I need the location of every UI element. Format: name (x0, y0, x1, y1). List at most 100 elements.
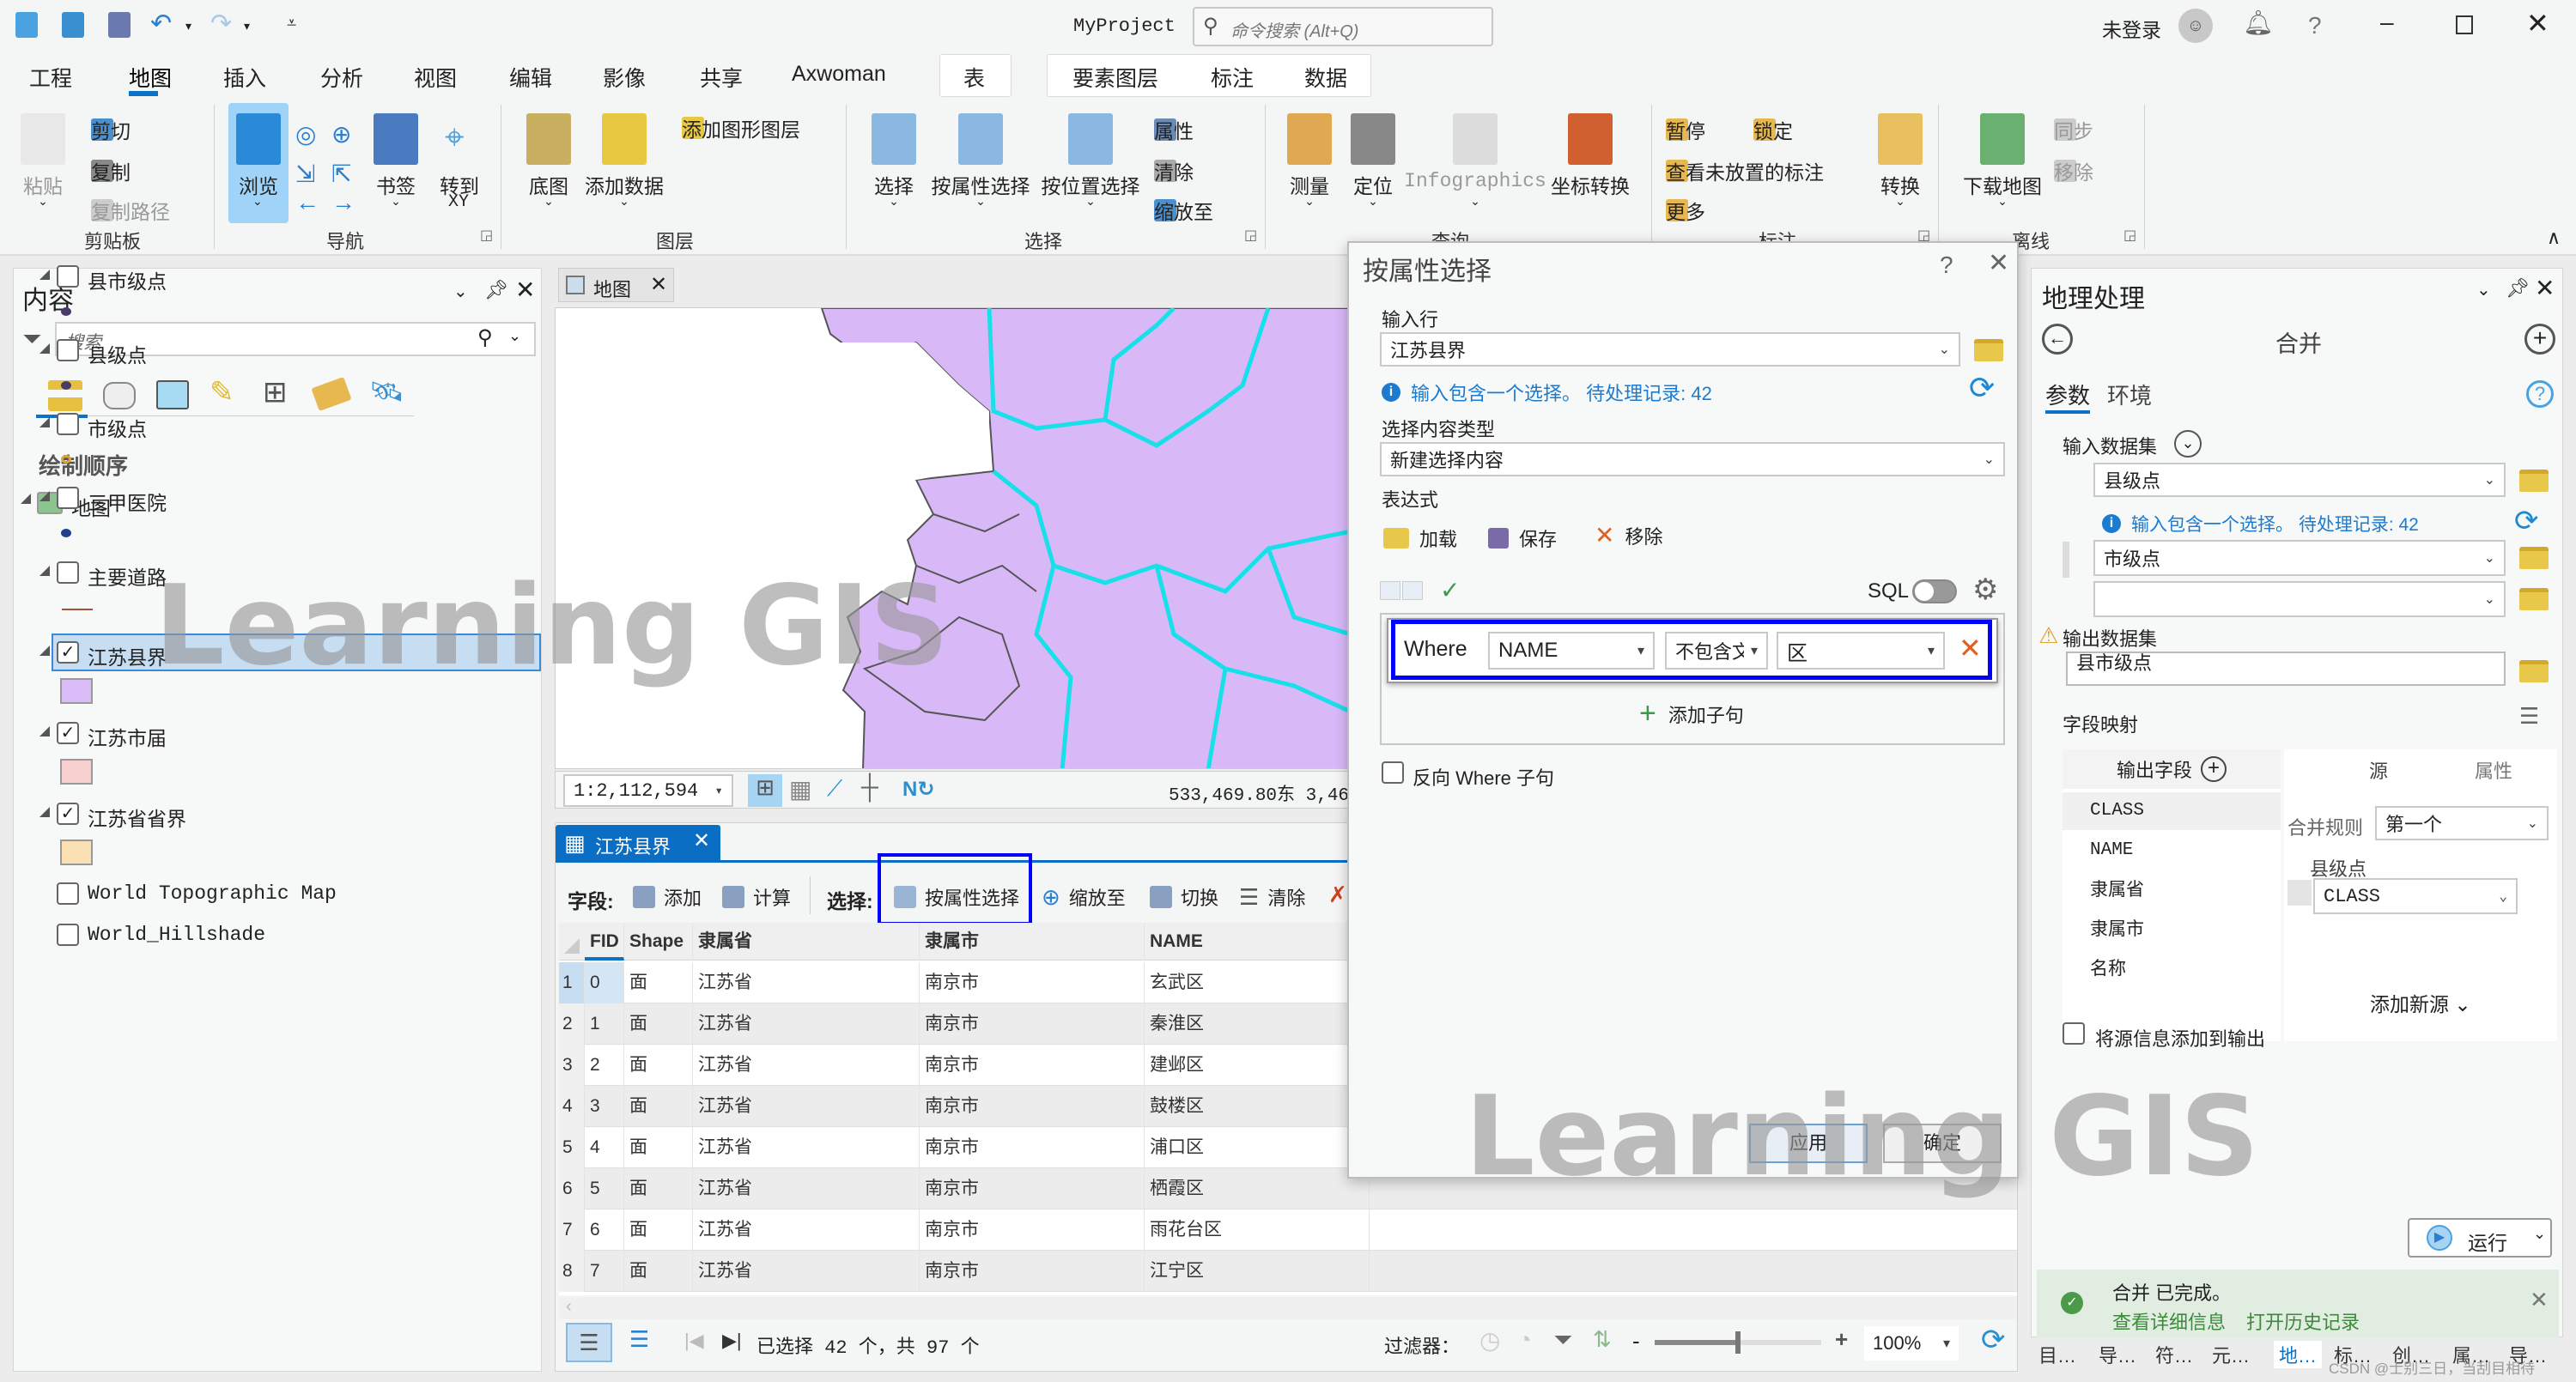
collapse-ribbon-icon[interactable]: ∧ (2547, 227, 2561, 249)
ribbon-tab[interactable]: 分析 (320, 62, 363, 93)
ribbon-tab[interactable]: Axwoman (792, 62, 886, 87)
output-field-item[interactable]: CLASS (2063, 792, 2281, 830)
ribbon-tab[interactable]: 共享 (700, 62, 743, 93)
lock-labels-button[interactable]: 锁定 (1753, 118, 1793, 142)
output-dataset-input[interactable]: 县市级点 (2066, 652, 2506, 686)
expand-layer-icon[interactable] (39, 491, 50, 501)
pane-options-icon[interactable]: ⌄ (453, 281, 468, 302)
list-by-selection-icon[interactable] (156, 380, 189, 409)
snapping-icon[interactable]: ⟋ (827, 775, 842, 803)
run-options-chevron-icon[interactable]: ⌄ (2533, 1225, 2546, 1243)
map-tool-fixed-zoom-icon[interactable]: ⊞ (748, 774, 782, 807)
layer-name[interactable]: 县级点 (88, 339, 147, 368)
close-pane-icon[interactable]: ✕ (2535, 274, 2555, 302)
expand-layer-icon[interactable] (39, 417, 50, 427)
column-header[interactable]: NAME (1145, 923, 1370, 961)
close-window-button[interactable]: ✕ (2526, 7, 2549, 39)
layer-visibility-checkbox[interactable] (57, 924, 79, 946)
refresh-icon[interactable]: ⟳ (2514, 504, 2539, 538)
layer-name[interactable]: 江苏省省界 (88, 803, 186, 832)
map-scale-dropdown[interactable]: 1:2,112,594 ▾ (563, 774, 733, 807)
dialog-close-icon[interactable]: ✕ (1988, 248, 2009, 278)
list-by-perspective-imagery-icon[interactable]: 🛰︎ (369, 375, 404, 408)
expand-layer-icon[interactable] (39, 646, 50, 656)
open-project-icon[interactable] (62, 12, 84, 38)
sql-toggle[interactable] (1912, 579, 1957, 603)
add-field-icon[interactable]: + (2201, 756, 2227, 782)
new-project-icon[interactable] (15, 12, 38, 38)
map-canvas[interactable] (555, 307, 1350, 769)
pin-icon[interactable]: 📌︎ (484, 279, 508, 301)
browse-folder-icon[interactable] (2519, 660, 2549, 682)
layer-name[interactable]: World Topographic Map (88, 882, 337, 905)
remove-expression-button[interactable]: ✕ 移除 (1595, 521, 1662, 549)
search-icon[interactable]: ⚲ (477, 325, 493, 350)
browse-folder-icon[interactable] (1974, 339, 2003, 361)
expand-layer-icon[interactable] (39, 726, 50, 736)
delete-selected-icon[interactable]: ✗ (1328, 882, 1347, 908)
column-header[interactable]: 隶属省 (693, 923, 920, 961)
ribbon-tab[interactable]: 影像 (603, 62, 646, 93)
more-labeling-button[interactable]: 更多 ⌄ (1666, 199, 1705, 223)
operator-dropdown[interactable]: 不包含文 ▾ (1665, 632, 1768, 670)
column-header[interactable]: Shape (624, 923, 693, 961)
expand-layer-icon[interactable] (39, 343, 50, 354)
list-by-snapping-icon[interactable]: ⊞ (263, 375, 288, 409)
value-dropdown[interactable]: 区 ▾ (1777, 632, 1945, 670)
next-extent-icon[interactable]: → (331, 189, 355, 216)
ok-button[interactable]: 确定 (1883, 1124, 2002, 1163)
copy-path-button[interactable]: 复制路径 (91, 199, 170, 223)
sign-in-status[interactable]: 未登录 (2102, 14, 2161, 43)
undo-icon[interactable]: ↶ (150, 9, 172, 39)
save-project-icon[interactable] (108, 12, 131, 38)
attributes-button[interactable]: 属性 (1154, 118, 1194, 142)
remove-offline-button[interactable]: 移除 (2054, 160, 2093, 184)
tab-source[interactable]: 源 (2344, 756, 2413, 784)
list-by-editing-icon[interactable]: ✎ (210, 375, 234, 409)
layer-visibility-checkbox[interactable] (57, 882, 79, 905)
view-unplaced-labels-button[interactable]: 查看未放置的标注 (1666, 160, 1824, 184)
layer-visibility-checkbox[interactable]: ✓ (57, 803, 79, 825)
ribbon-tab[interactable]: 标注 (1211, 62, 1254, 93)
dismiss-message-icon[interactable]: ✕ (2530, 1287, 2549, 1313)
layer-visibility-checkbox[interactable]: ✓ (57, 641, 79, 664)
add-field-button[interactable]: 添加 (633, 883, 702, 911)
layer-visibility-checkbox[interactable] (57, 487, 79, 509)
verify-check-icon[interactable]: ✓ (1440, 576, 1460, 604)
extent-filter-icon[interactable]: ⏷ (1553, 1326, 1572, 1355)
run-button[interactable]: ▶ 运行 ⌄ (2408, 1218, 2552, 1258)
undo-dropdown-icon[interactable]: ▾ (185, 19, 191, 33)
output-field-item[interactable]: NAME (2063, 832, 2281, 870)
refresh-icon[interactable]: ⟳ (1969, 370, 1995, 406)
ribbon-tab[interactable]: 编辑 (509, 62, 552, 93)
close-table-tab-icon[interactable]: ✕ (693, 828, 710, 853)
drag-handle[interactable] (2063, 542, 2069, 578)
input-rows-dropdown[interactable]: 江苏县界 ⌄ (1380, 332, 1960, 367)
ribbon-tab[interactable]: 工程 (29, 62, 72, 93)
select-all-corner[interactable] (564, 938, 580, 954)
source-field-dropdown[interactable]: CLASS ⌄ (2313, 878, 2518, 914)
list-by-data-source-icon[interactable] (103, 382, 136, 409)
map-tab[interactable]: 地图 ✕ (558, 268, 674, 302)
input-dataset-3-dropdown[interactable]: ⌄ (2093, 581, 2506, 617)
notification-bell-icon[interactable]: 🔔︎ (2243, 9, 2274, 37)
calculate-field-button[interactable]: 计算 (722, 883, 791, 911)
close-pane-icon[interactable]: ✕ (515, 276, 535, 304)
customize-toolbar-icon[interactable]: ⩡ (287, 14, 296, 33)
tab-properties[interactable]: 属性 (2475, 756, 2512, 784)
add-clause-button[interactable]: + 添加子句 (1639, 697, 1744, 730)
dock-tab[interactable]: 导… (2099, 1341, 2136, 1368)
sort-icon[interactable]: ⇅ (1593, 1326, 1612, 1353)
ribbon-tab[interactable]: 地图 (129, 62, 172, 93)
ribbon-tab[interactable]: 要素图层 (1072, 62, 1158, 93)
layer-name[interactable]: 江苏市届 (88, 722, 167, 751)
previous-extent-icon[interactable]: ← (295, 189, 319, 216)
ribbon-tab[interactable]: 插入 (223, 62, 266, 93)
tool-help-icon[interactable]: ? (2526, 380, 2554, 408)
zoom-to-button[interactable]: 缩放至 (1154, 199, 1213, 223)
output-field-item[interactable]: 隶属省 (2063, 871, 2281, 909)
layer-name[interactable]: 县市级点 (88, 265, 167, 294)
search-options-chevron-icon[interactable]: ⌄ (508, 327, 521, 345)
expand-layer-icon[interactable] (39, 270, 50, 280)
layer-name[interactable]: 市级点 (88, 413, 147, 442)
